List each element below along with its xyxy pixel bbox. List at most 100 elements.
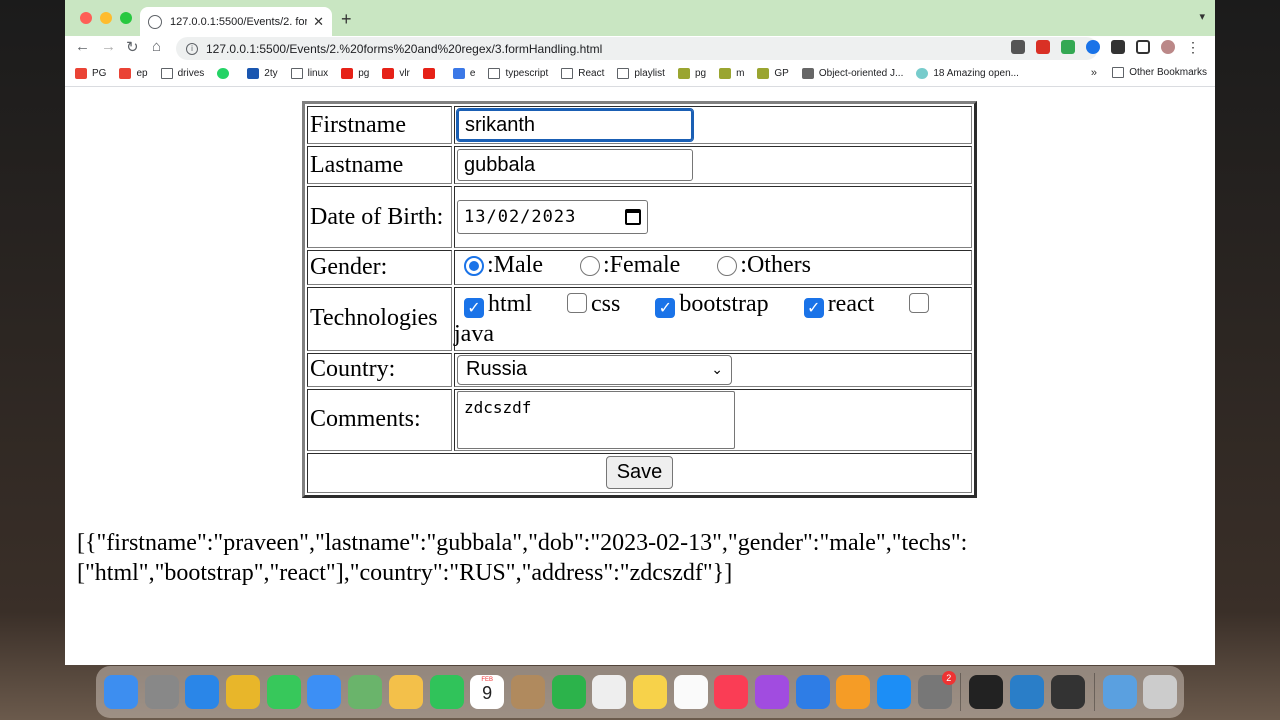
bookmark-label: 18 Amazing open... [933,68,1019,79]
pocket-icon[interactable] [1036,40,1050,54]
pages-icon[interactable] [836,675,871,709]
bookmark-item[interactable]: pg [677,68,706,79]
chrome-icon[interactable] [226,675,261,709]
gender-radio[interactable] [464,255,484,276]
puzzle-icon[interactable] [1111,40,1125,54]
bookmark-item[interactable]: linux [290,68,328,79]
gender-option[interactable]: :Others [710,252,811,279]
country-select[interactable]: Russia ⌄ [457,354,732,385]
bookmark-item[interactable] [217,68,234,79]
bookmark-item[interactable]: e [452,68,475,79]
reload-icon[interactable]: ↻ [126,38,139,56]
numbers-icon[interactable] [551,675,586,709]
info-icon[interactable]: i [186,42,198,55]
reminders-icon[interactable] [592,675,627,709]
bookmark-item[interactable]: typescript [488,68,548,79]
other-bookmarks-folder[interactable]: Other Bookmarks [1112,67,1207,78]
bookmark-item[interactable]: Object-oriented J... [801,68,903,79]
bookmark-item[interactable]: ep [119,68,148,79]
tech-checkbox[interactable] [909,292,930,313]
gender-label: Gender: [307,250,452,285]
lastname-input[interactable]: gubbala [457,149,693,181]
browser-tab[interactable]: 127.0.0.1:5500/Events/2. forms ✕ [140,7,332,36]
podcasts-icon[interactable] [755,675,789,709]
calendar-icon[interactable] [625,209,641,225]
trash-icon[interactable] [1143,675,1178,709]
mail-icon[interactable] [307,675,342,709]
dob-row: Date of Birth: 13/02/2023 [307,186,972,248]
safari-icon[interactable] [185,675,220,709]
tech-label: css [591,290,621,317]
gender-radio[interactable] [579,255,600,276]
new-tab-button[interactable]: + [341,9,352,30]
gender-option-label: :Others [740,252,811,278]
quicktime-icon[interactable] [1050,675,1085,709]
tab-close-icon[interactable]: ✕ [313,14,324,30]
bookmark-item[interactable]: 18 Amazing open... [916,68,1019,79]
circle-icon [916,68,929,79]
bookmark-item[interactable]: m [719,68,744,79]
comments-textarea[interactable]: zdcszdf [457,390,735,449]
launchpad-icon[interactable] [144,675,179,709]
bookmark-item[interactable]: drives [160,68,204,79]
contacts-icon[interactable] [510,675,545,709]
menu-dots-icon[interactable]: ⋮ [1186,40,1200,54]
tech-checkbox[interactable]: ✓ [803,297,824,318]
bolt-icon [452,68,465,79]
tech-label: html [488,290,533,317]
downloads-icon[interactable] [1102,675,1137,709]
address-bar[interactable]: i 127.0.0.1:5500/Events/2.%20forms%20and… [176,37,1098,60]
window-close-button[interactable] [80,12,92,24]
save-button[interactable]: Save [605,456,674,489]
notes-icon[interactable] [632,675,667,709]
finder-icon[interactable] [104,675,138,709]
gp-icon [677,68,690,79]
back-icon[interactable]: ← [75,38,90,55]
window-maximize-button[interactable] [120,12,132,24]
facetime-icon[interactable] [429,675,464,709]
vscode-icon[interactable] [1010,675,1045,709]
profile-avatar[interactable] [1161,40,1175,54]
gender-radio[interactable] [717,255,738,276]
bookmark-item[interactable]: playlist [617,68,665,79]
calendar-icon[interactable]: FEB 9 [470,675,505,709]
forward-icon[interactable]: → [101,38,116,55]
bookmarks-overflow-button[interactable]: » [1091,67,1097,79]
freeform-icon[interactable] [673,675,708,709]
firstname-label: Firstname [307,106,452,144]
firstname-input[interactable]: srikanth [456,108,694,142]
bookmark-item[interactable] [422,68,440,79]
app-store-icon[interactable] [877,675,912,709]
bookmark-item[interactable]: PG [75,68,106,79]
bookmark-item[interactable]: vlr [382,68,410,79]
system-settings-icon[interactable]: 2 [917,671,956,709]
bookmark-item[interactable]: 2ty [247,68,278,79]
messages-icon[interactable] [266,675,301,709]
bookmark-item[interactable]: pg [341,68,369,79]
macos-dock: FEB 9 2 [96,666,1184,718]
tech-checkbox[interactable]: ✓ [464,297,484,318]
gender-option[interactable]: :Female [573,252,680,279]
terminal-icon[interactable] [969,675,1004,709]
photos-icon[interactable] [388,675,423,709]
extension-icon[interactable] [1011,40,1025,54]
bookmark-label: vlr [399,68,410,79]
tech-checkbox[interactable]: ✓ [655,297,676,318]
dob-date-input[interactable]: 13/02/2023 [457,200,648,234]
whatsapp-extension-icon[interactable] [1061,40,1075,54]
tab-search-chevron-icon[interactable]: ▾ [1199,10,1205,23]
technologies-options: ✓ html css ✓ bootstrap ✓ reactjava [454,286,972,351]
calendar-day: 9 [482,683,493,703]
bookmark-item[interactable]: GP [757,68,789,79]
dob-label: Date of Birth: [307,186,452,248]
home-icon[interactable]: ⌂ [152,38,161,55]
tech-checkbox[interactable] [567,292,588,313]
music-icon[interactable] [714,675,749,709]
extension-icon[interactable] [1086,40,1100,54]
gender-option[interactable]: :Male [457,252,543,279]
window-minimize-button[interactable] [100,12,112,24]
maps-icon[interactable] [348,675,383,709]
keynote-icon[interactable] [795,675,830,709]
sidebar-icon[interactable] [1136,40,1150,54]
bookmark-item[interactable]: React [561,68,604,79]
